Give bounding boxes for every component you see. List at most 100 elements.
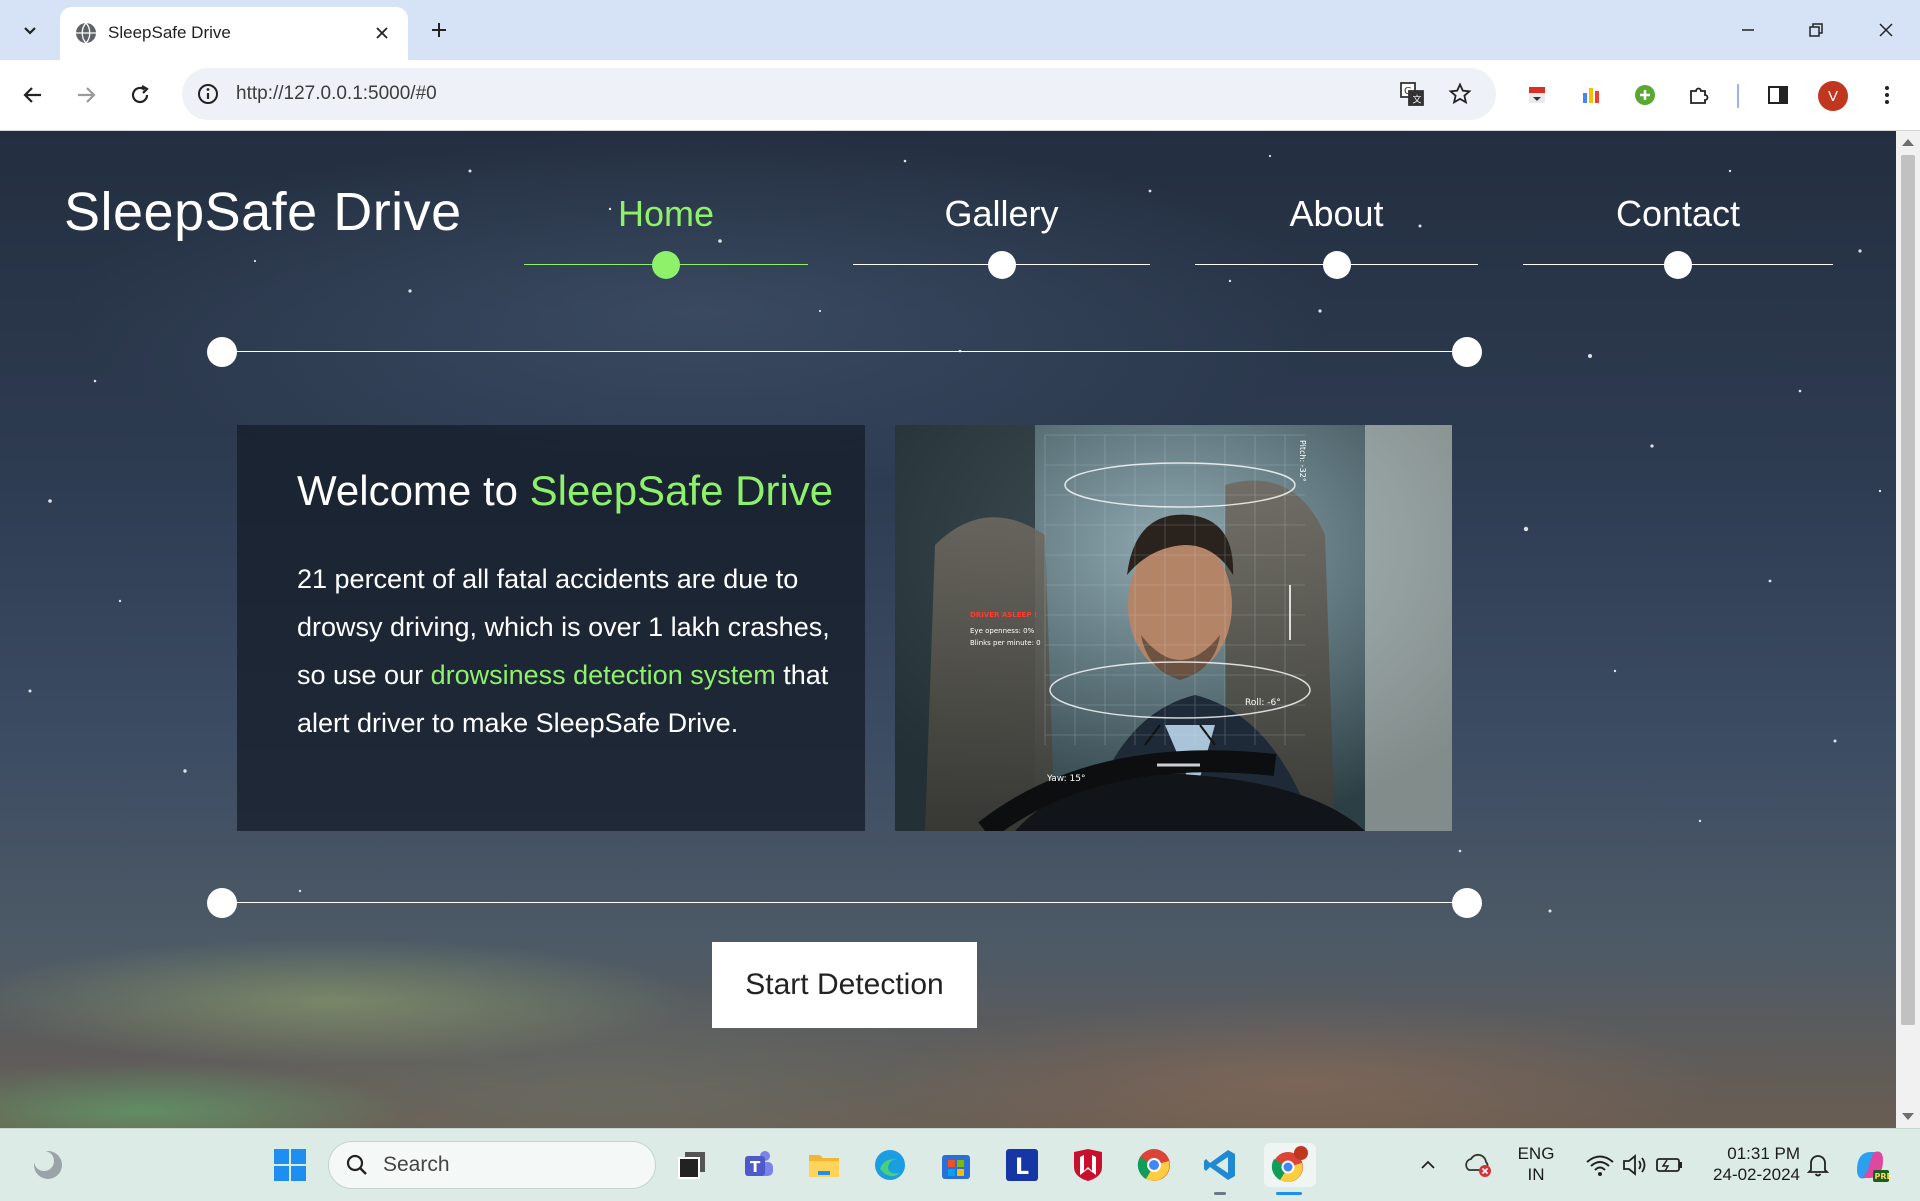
taskbar-app-vscode[interactable] (1198, 1143, 1242, 1187)
extension-button[interactable] (1574, 78, 1608, 112)
page-scrollbar[interactable] (1896, 131, 1920, 1128)
copilot-button[interactable]: PRE (1848, 1143, 1892, 1187)
site-brand-logo[interactable]: SleepSafe Drive (64, 181, 462, 243)
puzzle-icon (1690, 87, 1709, 104)
clock[interactable]: 01:31 PM 24-02-2024 (1696, 1143, 1800, 1185)
show-hidden-icons-button[interactable] (1408, 1143, 1448, 1187)
l-app-icon: L (1006, 1149, 1038, 1181)
chrome-icon (1137, 1149, 1170, 1181)
extensions-menu-button[interactable] (1682, 78, 1716, 112)
divider-dot (207, 888, 237, 918)
svg-text:G: G (1404, 86, 1412, 97)
welcome-heading: Welcome to SleepSafe Drive (297, 467, 833, 515)
back-button[interactable] (14, 76, 52, 114)
bookmark-button[interactable] (1444, 78, 1476, 110)
top-divider-line (222, 351, 1468, 352)
photo-pitch: Pitch: -32° (1298, 440, 1307, 482)
close-icon (376, 27, 388, 39)
browser-tab[interactable]: SleepSafe Drive (60, 7, 408, 60)
info-icon (198, 84, 218, 104)
extension-button[interactable] (1520, 78, 1554, 112)
divider-dot (207, 337, 237, 367)
svg-text:L: L (1015, 1155, 1029, 1180)
taskbar-app-chrome[interactable] (1132, 1143, 1176, 1187)
welcome-description: 21 percent of all fatal accidents are du… (297, 555, 837, 747)
taskbar-search[interactable]: Search (328, 1141, 656, 1189)
task-view-button[interactable] (670, 1143, 714, 1187)
scroll-up-arrow-icon[interactable] (1902, 139, 1914, 146)
language-indicator[interactable]: ENG IN (1510, 1143, 1562, 1185)
bar-chart-extension-icon (1583, 88, 1599, 103)
taskbar-app-edge[interactable] (868, 1143, 912, 1187)
copilot-icon: PRE (1857, 1151, 1890, 1182)
address-bar[interactable]: http://127.0.0.1:5000/#0 G文 (182, 68, 1496, 120)
folder-icon (809, 1155, 839, 1177)
nav-label-contact: Contact (1615, 193, 1741, 234)
nav-item-about[interactable]: About (1195, 131, 1478, 279)
profile-avatar[interactable]: V (1818, 81, 1848, 111)
welcome-card: Welcome to SleepSafe Drive 21 percent of… (237, 425, 865, 831)
bell-icon (1806, 1155, 1830, 1177)
svg-text:PRE: PRE (1875, 1172, 1890, 1181)
nav-item-contact[interactable]: Contact (1523, 131, 1833, 279)
clock-time: 01:31 PM (1727, 1144, 1800, 1163)
minimize-button[interactable] (1724, 8, 1772, 52)
nav-label-gallery: Gallery (944, 193, 1059, 234)
side-panel-icon (1768, 86, 1788, 104)
nav-indicator-dot (652, 251, 680, 279)
taskbar-app-store[interactable] (934, 1143, 978, 1187)
mcafee-shield-icon (1074, 1149, 1102, 1181)
quick-settings-button[interactable] (1570, 1143, 1700, 1187)
scroll-down-arrow-icon[interactable] (1902, 1113, 1914, 1120)
calendar-extension-icon (1529, 87, 1545, 103)
taskbar-app-file-explorer[interactable] (802, 1143, 846, 1187)
tab-search-button[interactable] (10, 12, 50, 48)
nav-item-gallery[interactable]: Gallery (853, 131, 1150, 279)
new-tab-button[interactable] (422, 13, 456, 47)
restore-button[interactable] (1792, 8, 1840, 52)
start-button[interactable] (268, 1143, 312, 1187)
edge-icon (875, 1150, 905, 1180)
drowsiness-detection-link[interactable]: drowsiness detection system (431, 660, 776, 690)
close-tab-button[interactable] (368, 19, 396, 47)
forward-button[interactable] (67, 76, 105, 114)
notifications-button[interactable] (1800, 1143, 1836, 1187)
side-panel-button[interactable] (1761, 78, 1795, 112)
web-page: SleepSafe Drive Home Gallery About Conta… (0, 131, 1896, 1128)
search-icon (346, 1154, 367, 1175)
photo-blinks: Blinks per minute: 0 (970, 639, 1041, 647)
taskbar-app-teams[interactable]: T (737, 1143, 781, 1187)
translate-icon: G文 (1400, 82, 1424, 106)
browser-menu-button[interactable] (1870, 78, 1904, 112)
nav-indicator-dot (1664, 251, 1692, 279)
scrollbar-thumb[interactable] (1901, 155, 1915, 1025)
plus-circle-extension-icon (1635, 85, 1655, 105)
taskbar-app-chrome-active[interactable] (1264, 1143, 1316, 1187)
restore-icon (1809, 23, 1823, 37)
tab-title: SleepSafe Drive (108, 23, 231, 42)
windows-taskbar: Search T L ENG IN 01:31 PM 24-02-2024 PR (0, 1128, 1920, 1201)
taskbar-app-mcafee[interactable] (1066, 1143, 1110, 1187)
forward-arrow-icon (78, 87, 96, 103)
battery-icon (1656, 1158, 1682, 1172)
svg-text:文: 文 (1413, 94, 1422, 106)
photo-alert-text: DRIVER ASLEEP ! (970, 611, 1037, 619)
close-window-button[interactable] (1862, 8, 1910, 52)
bottom-divider-line (222, 902, 1468, 903)
start-detection-button[interactable]: Start Detection (712, 942, 977, 1028)
photo-eye-openness: Eye openness: 0% (970, 627, 1035, 635)
welcome-heading-prefix: Welcome to (297, 467, 530, 514)
nav-item-home[interactable]: Home (524, 131, 808, 279)
site-info-button[interactable] (194, 80, 222, 108)
translate-button[interactable]: G文 (1396, 78, 1428, 110)
windows-logo-icon (274, 1149, 306, 1181)
widgets-button[interactable] (26, 1143, 70, 1187)
extension-button[interactable] (1628, 78, 1662, 112)
reload-button[interactable] (121, 76, 159, 114)
chevron-up-icon (1421, 1160, 1435, 1169)
active-app-indicator (1276, 1192, 1302, 1195)
driver-monitoring-image: DRIVER ASLEEP ! Eye openness: 0% Blinks … (895, 425, 1452, 831)
kebab-menu-icon (1885, 86, 1889, 104)
onedrive-status-button[interactable] (1458, 1143, 1498, 1187)
taskbar-app-l[interactable]: L (1000, 1143, 1044, 1187)
